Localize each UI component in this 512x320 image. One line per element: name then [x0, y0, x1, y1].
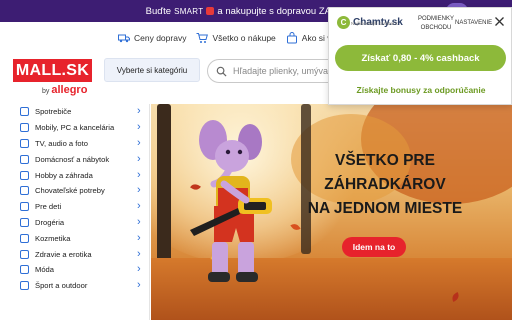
- info-link-label: Všetko o nákupe: [212, 33, 276, 43]
- sidebar-item-drogeria[interactable]: Drogéria ›: [14, 215, 149, 231]
- cashback-button[interactable]: Získať 0,80 - 4% cashback: [335, 45, 506, 71]
- chamty-tagline: Najšikovnejší cashback: [351, 21, 398, 26]
- category-sidebar: Spotrebiče › Mobily, PC a kancelária › TV,…: [14, 104, 150, 320]
- search-input[interactable]: Hľadajte plienky, umývačk: [233, 66, 337, 76]
- sidebar-item-zdravie[interactable]: Zdravie a erotika ›: [14, 246, 149, 262]
- page: Buďte SMART a nakupujte s dopravou ZADAR…: [0, 0, 512, 320]
- sidebar-item-label: Kozmetika: [35, 233, 71, 243]
- chevron-right-icon: ›: [137, 263, 141, 276]
- sidebar-item-tv[interactable]: TV, audio a foto ›: [14, 136, 149, 152]
- pet-icon: [20, 186, 29, 196]
- garden-icon: [20, 170, 29, 180]
- fashion-icon: [20, 265, 29, 275]
- headline-line: ZÁHRADKÁROV: [324, 176, 446, 193]
- mall-logo[interactable]: MALL.SK: [13, 59, 92, 82]
- logo-text: MALL.SK: [15, 61, 90, 79]
- banner-tree: [157, 104, 171, 274]
- appliance-icon: [20, 107, 29, 117]
- close-icon[interactable]: [494, 16, 505, 27]
- sidebar-item-label: Chovateľské potreby: [35, 186, 105, 196]
- info-link-purchase[interactable]: Všetko o nákupe: [196, 32, 276, 44]
- headline-line: NA JEDNOM MIESTE: [307, 200, 463, 217]
- sidebar-item-kozmetika[interactable]: Kozmetika ›: [14, 230, 149, 246]
- info-link-shipping[interactable]: Ceny dopravy: [118, 32, 186, 44]
- tv-icon: [20, 138, 29, 148]
- cashback-popup: C Chamty.sk Najšikovnejší cashback PODMI…: [328, 7, 512, 105]
- sidebar-item-label: Mobily, PC a kancelária: [35, 123, 115, 133]
- conditions-link[interactable]: PODMIENKY OBCHODU: [414, 15, 458, 33]
- allegro-byline: by allegro: [42, 84, 87, 96]
- sidebar-item-hobby[interactable]: Hobby a záhrada ›: [14, 167, 149, 183]
- sidebar-item-label: Hobby a záhrada: [35, 170, 93, 180]
- sidebar-item-moda[interactable]: Móda ›: [14, 262, 149, 278]
- chevron-right-icon: ›: [137, 231, 141, 244]
- sidebar-item-domacnost[interactable]: Domácnosť a nábytok ›: [14, 151, 149, 167]
- sport-icon: [20, 281, 29, 291]
- sidebar-item-label: Drogéria: [35, 217, 65, 227]
- chevron-right-icon: ›: [137, 121, 141, 134]
- bag-icon: [286, 32, 297, 44]
- chevron-right-icon: ›: [137, 215, 141, 228]
- chevron-right-icon: ›: [137, 152, 141, 165]
- sidebar-item-label: Pre deti: [35, 202, 62, 212]
- chamty-logo-icon: C: [337, 16, 350, 29]
- cosmetics-icon: [20, 233, 29, 243]
- truck-icon: [118, 34, 130, 43]
- phone-icon: [20, 123, 29, 133]
- sidebar-item-label: Šport a outdoor: [35, 281, 88, 291]
- byline-brand: allegro: [51, 84, 88, 96]
- sidebar-item-sport[interactable]: Šport a outdoor ›: [14, 278, 149, 294]
- chevron-right-icon: ›: [137, 136, 141, 149]
- byline-by: by: [42, 88, 50, 95]
- drugstore-icon: [20, 217, 29, 227]
- sidebar-item-label: Móda: [35, 265, 54, 275]
- sidebar-item-label: Domácnosť a nábytok: [35, 154, 110, 164]
- cta-button[interactable]: Idem na to: [342, 237, 406, 257]
- sidebar-item-label: Zdravie a erotika: [35, 249, 92, 259]
- sidebar-item-label: TV, audio a foto: [35, 138, 88, 148]
- sofa-icon: [20, 154, 29, 164]
- promo-text-start: Buďte: [145, 5, 172, 17]
- banner-headline: VŠETKO PRE ZÁHRADKÁROV NA JEDNOM MIESTE: [285, 149, 485, 221]
- smart-icon: [206, 7, 215, 15]
- smart-label: SMART: [174, 6, 204, 16]
- info-links: Ceny dopravy Všetko o nákupe Ako si vybr…: [118, 30, 351, 46]
- sidebar-item-label: Spotrebiče: [35, 107, 72, 117]
- settings-link[interactable]: NASTAVENIE: [455, 20, 492, 26]
- chevron-right-icon: ›: [137, 168, 141, 181]
- elephant-mascot: [190, 120, 272, 282]
- sidebar-item-mobily[interactable]: Mobily, PC a kancelária ›: [14, 120, 149, 136]
- referral-link[interactable]: Získajte bonusy za odporúčanie: [329, 85, 512, 95]
- sidebar-item-spotrebice[interactable]: Spotrebiče ›: [14, 104, 149, 120]
- health-icon: [20, 249, 29, 259]
- category-button[interactable]: Vyberte si kategóriu: [104, 58, 200, 82]
- chevron-right-icon: ›: [137, 184, 141, 197]
- chevron-right-icon: ›: [137, 105, 141, 118]
- cart-icon: [196, 33, 209, 43]
- sidebar-item-chovatelske[interactable]: Chovateľské potreby ›: [14, 183, 149, 199]
- search-icon: [216, 66, 227, 77]
- chevron-right-icon: ›: [137, 200, 141, 213]
- headline-line: VŠETKO PRE: [335, 152, 435, 169]
- info-link-label: Ceny dopravy: [134, 33, 187, 43]
- kids-icon: [20, 202, 29, 212]
- sidebar-item-deti[interactable]: Pre deti ›: [14, 199, 149, 215]
- chevron-right-icon: ›: [137, 279, 141, 292]
- chevron-right-icon: ›: [137, 247, 141, 260]
